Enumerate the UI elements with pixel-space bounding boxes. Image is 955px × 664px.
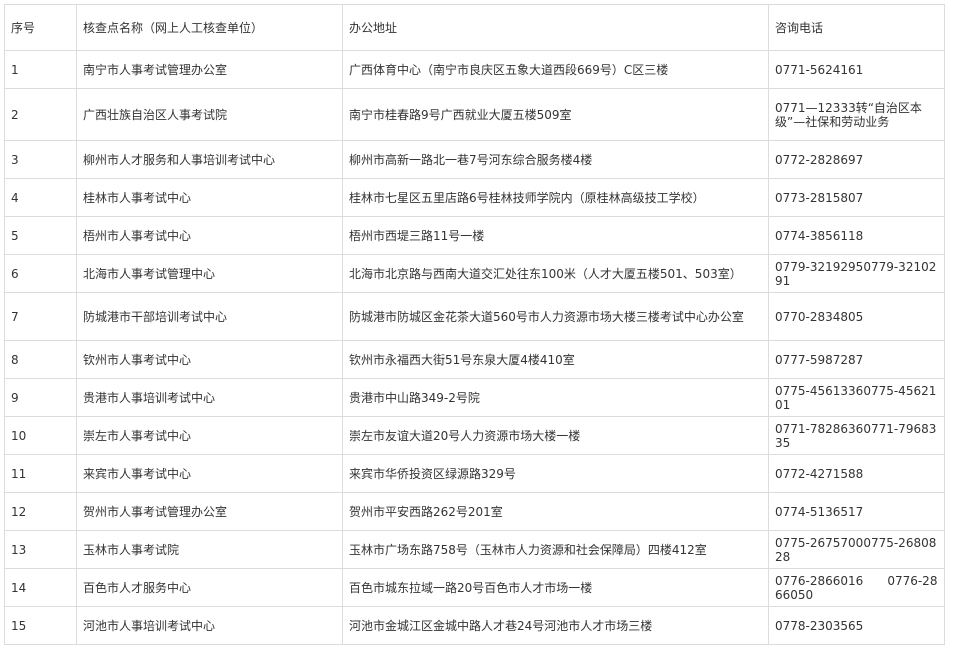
cell-center-name: 钦州市人事考试中心 bbox=[76, 340, 343, 379]
table-row: 11 来宾市人事考试中心 来宾市华侨投资区绿源路329号 0772-427158… bbox=[4, 454, 945, 493]
table-row: 12 贺州市人事考试管理办公室 贺州市平安西路262号201室 0774-513… bbox=[4, 492, 945, 531]
page-content: 序号 核查点名称（网上人工核查单位） 办公地址 咨询电话 1 南宁市人事考试管理… bbox=[4, 4, 945, 645]
cell-address: 柳州市高新一路北一巷7号河东综合服务楼4楼 bbox=[342, 140, 769, 179]
cell-index: 5 bbox=[4, 216, 77, 255]
table-row: 5 梧州市人事考试中心 梧州市西堤三路11号一楼 0774-3856118 bbox=[4, 216, 945, 255]
cell-center-name: 贵港市人事培训考试中心 bbox=[76, 378, 343, 417]
cell-center-name: 百色市人才服务中心 bbox=[76, 568, 343, 607]
cell-index: 6 bbox=[4, 254, 77, 293]
cell-address: 贺州市平安西路262号201室 bbox=[342, 492, 769, 531]
cell-center-name: 玉林市人事考试院 bbox=[76, 530, 343, 569]
table-row: 1 南宁市人事考试管理办公室 广西体育中心（南宁市良庆区五象大道西段669号）C… bbox=[4, 50, 945, 89]
cell-phone: 0772-4271588 bbox=[768, 454, 945, 493]
cell-address: 百色市城东拉域一路20号百色市人才市场一楼 bbox=[342, 568, 769, 607]
cell-phone: 0771—12333转“自治区本级”—社保和劳动业务 bbox=[768, 88, 945, 141]
cell-phone: 0770-2834805 bbox=[768, 292, 945, 341]
table-row: 14 百色市人才服务中心 百色市城东拉域一路20号百色市人才市场一楼 0776-… bbox=[4, 568, 945, 607]
cell-index: 13 bbox=[4, 530, 77, 569]
cell-phone: 0771-78286360771-7968335 bbox=[768, 416, 945, 455]
cell-index: 12 bbox=[4, 492, 77, 531]
cell-address: 贵港市中山路349-2号院 bbox=[342, 378, 769, 417]
cell-center-name: 柳州市人才服务和人事培训考试中心 bbox=[76, 140, 343, 179]
cell-center-name: 贺州市人事考试管理办公室 bbox=[76, 492, 343, 531]
table-row: 15 河池市人事培训考试中心 河池市金城江区金城中路人才巷24号河池市人才市场三… bbox=[4, 606, 945, 645]
cell-center-name: 来宾市人事考试中心 bbox=[76, 454, 343, 493]
cell-phone: 0775-45613360775-4562101 bbox=[768, 378, 945, 417]
cell-index: 2 bbox=[4, 88, 77, 141]
cell-phone: 0773-2815807 bbox=[768, 178, 945, 217]
table-row: 4 桂林市人事考试中心 桂林市七星区五里店路6号桂林技师学院内（原桂林高级技工学… bbox=[4, 178, 945, 217]
cell-address: 北海市北京路与西南大道交汇处往东100米（人才大厦五楼501、503室） bbox=[342, 254, 769, 293]
exam-center-table: 序号 核查点名称（网上人工核查单位） 办公地址 咨询电话 1 南宁市人事考试管理… bbox=[4, 4, 945, 645]
cell-index: 3 bbox=[4, 140, 77, 179]
cell-center-name: 南宁市人事考试管理办公室 bbox=[76, 50, 343, 89]
header-address: 办公地址 bbox=[342, 4, 769, 51]
cell-phone: 0771-5624161 bbox=[768, 50, 945, 89]
cell-index: 7 bbox=[4, 292, 77, 341]
cell-index: 10 bbox=[4, 416, 77, 455]
cell-center-name: 广西壮族自治区人事考试院 bbox=[76, 88, 343, 141]
cell-address: 防城港市防城区金花茶大道560号市人力资源市场大楼三楼考试中心办公室 bbox=[342, 292, 769, 341]
cell-center-name: 防城港市干部培训考试中心 bbox=[76, 292, 343, 341]
table-header-row: 序号 核查点名称（网上人工核查单位） 办公地址 咨询电话 bbox=[4, 4, 945, 51]
table-row: 7 防城港市干部培训考试中心 防城港市防城区金花茶大道560号市人力资源市场大楼… bbox=[4, 292, 945, 341]
cell-address: 梧州市西堤三路11号一楼 bbox=[342, 216, 769, 255]
table-row: 3 柳州市人才服务和人事培训考试中心 柳州市高新一路北一巷7号河东综合服务楼4楼… bbox=[4, 140, 945, 179]
cell-address: 桂林市七星区五里店路6号桂林技师学院内（原桂林高级技工学校） bbox=[342, 178, 769, 217]
cell-index: 8 bbox=[4, 340, 77, 379]
cell-index: 15 bbox=[4, 606, 77, 645]
cell-index: 11 bbox=[4, 454, 77, 493]
cell-index: 4 bbox=[4, 178, 77, 217]
cell-center-name: 河池市人事培训考试中心 bbox=[76, 606, 343, 645]
table-row: 8 钦州市人事考试中心 钦州市永福西大街51号东泉大厦4楼410室 0777-5… bbox=[4, 340, 945, 379]
table-row: 9 贵港市人事培训考试中心 贵港市中山路349-2号院 0775-4561336… bbox=[4, 378, 945, 417]
cell-address: 广西体育中心（南宁市良庆区五象大道西段669号）C区三楼 bbox=[342, 50, 769, 89]
cell-address: 南宁市桂春路9号广西就业大厦五楼509室 bbox=[342, 88, 769, 141]
cell-phone: 0772-2828697 bbox=[768, 140, 945, 179]
cell-address: 河池市金城江区金城中路人才巷24号河池市人才市场三楼 bbox=[342, 606, 769, 645]
cell-address: 崇左市友谊大道20号人力资源市场大楼一楼 bbox=[342, 416, 769, 455]
cell-phone: 0776-2866016 0776-2866050 bbox=[768, 568, 945, 607]
table-row: 6 北海市人事考试管理中心 北海市北京路与西南大道交汇处往东100米（人才大厦五… bbox=[4, 254, 945, 293]
cell-address: 玉林市广场东路758号（玉林市人力资源和社会保障局）四楼412室 bbox=[342, 530, 769, 569]
cell-center-name: 桂林市人事考试中心 bbox=[76, 178, 343, 217]
cell-address: 来宾市华侨投资区绿源路329号 bbox=[342, 454, 769, 493]
cell-phone: 0778-2303565 bbox=[768, 606, 945, 645]
header-center-name: 核查点名称（网上人工核查单位） bbox=[76, 4, 343, 51]
cell-phone: 0775-26757000775-2680828 bbox=[768, 530, 945, 569]
cell-phone: 0777-5987287 bbox=[768, 340, 945, 379]
cell-index: 1 bbox=[4, 50, 77, 89]
cell-phone: 0774-5136517 bbox=[768, 492, 945, 531]
table-row: 13 玉林市人事考试院 玉林市广场东路758号（玉林市人力资源和社会保障局）四楼… bbox=[4, 530, 945, 569]
cell-center-name: 崇左市人事考试中心 bbox=[76, 416, 343, 455]
cell-index: 14 bbox=[4, 568, 77, 607]
cell-phone: 0779-32192950779-3210291 bbox=[768, 254, 945, 293]
header-index: 序号 bbox=[4, 4, 77, 51]
cell-center-name: 北海市人事考试管理中心 bbox=[76, 254, 343, 293]
header-phone: 咨询电话 bbox=[768, 4, 945, 51]
cell-index: 9 bbox=[4, 378, 77, 417]
cell-center-name: 梧州市人事考试中心 bbox=[76, 216, 343, 255]
table-row: 2 广西壮族自治区人事考试院 南宁市桂春路9号广西就业大厦五楼509室 0771… bbox=[4, 88, 945, 141]
table-row: 10 崇左市人事考试中心 崇左市友谊大道20号人力资源市场大楼一楼 0771-7… bbox=[4, 416, 945, 455]
cell-address: 钦州市永福西大街51号东泉大厦4楼410室 bbox=[342, 340, 769, 379]
cell-phone: 0774-3856118 bbox=[768, 216, 945, 255]
